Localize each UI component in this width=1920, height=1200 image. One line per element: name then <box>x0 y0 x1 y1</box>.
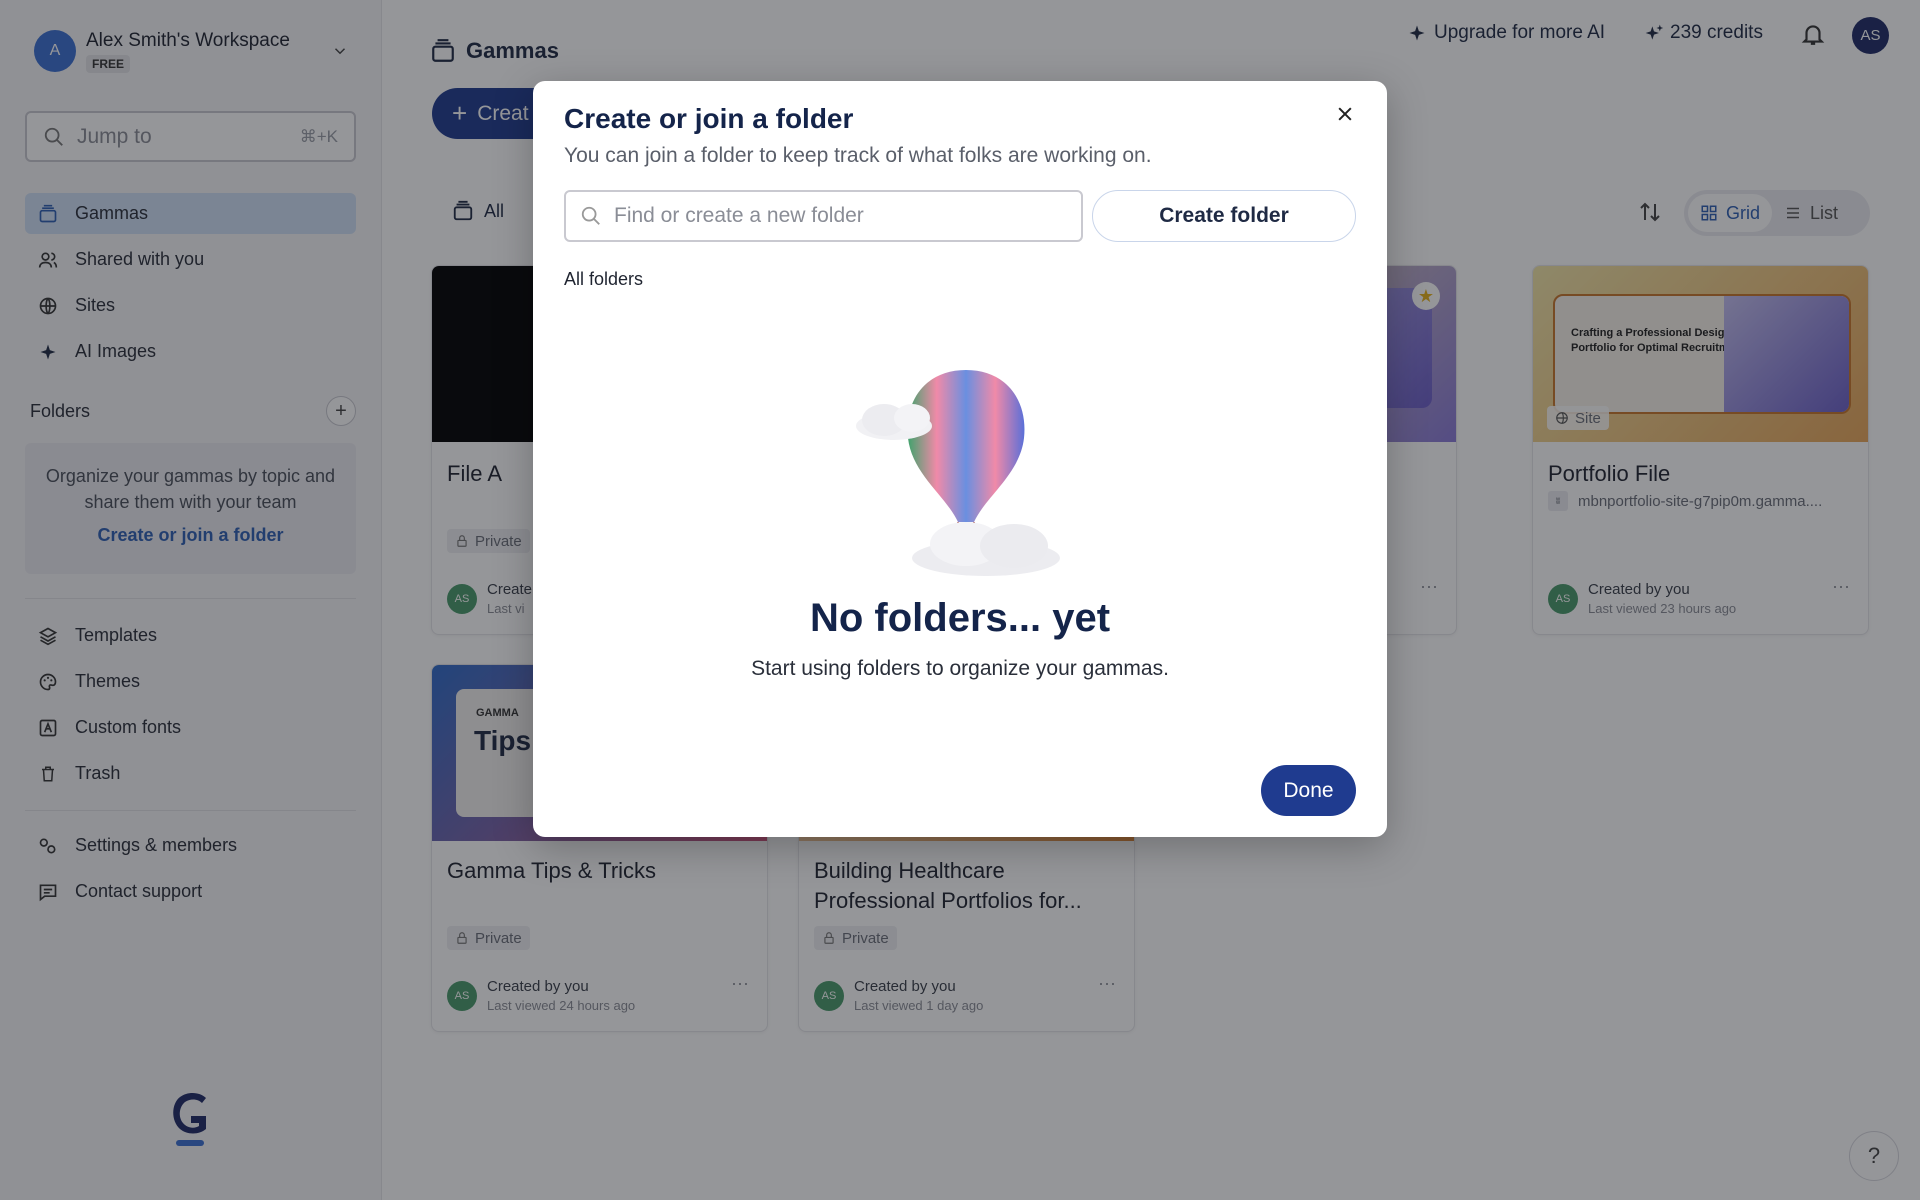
folder-search-input[interactable] <box>614 204 1054 228</box>
modal-title: Create or join a folder <box>564 103 854 134</box>
create-folder-button[interactable]: Create folder <box>1092 190 1356 242</box>
create-folder-modal: Create or join a folder You can join a f… <box>533 81 1387 837</box>
empty-text: Start using folders to organize your gam… <box>751 657 1169 680</box>
empty-heading: No folders... yet <box>809 596 1111 640</box>
done-button[interactable]: Done <box>1261 765 1356 816</box>
all-folders-label: All folders <box>564 269 644 289</box>
modal-subtitle: You can join a folder to keep track of w… <box>564 144 1152 167</box>
folder-search <box>564 190 1083 242</box>
search-icon <box>581 206 600 225</box>
hot-air-balloon-illustration <box>856 370 1060 576</box>
close-icon[interactable] <box>1329 98 1361 130</box>
